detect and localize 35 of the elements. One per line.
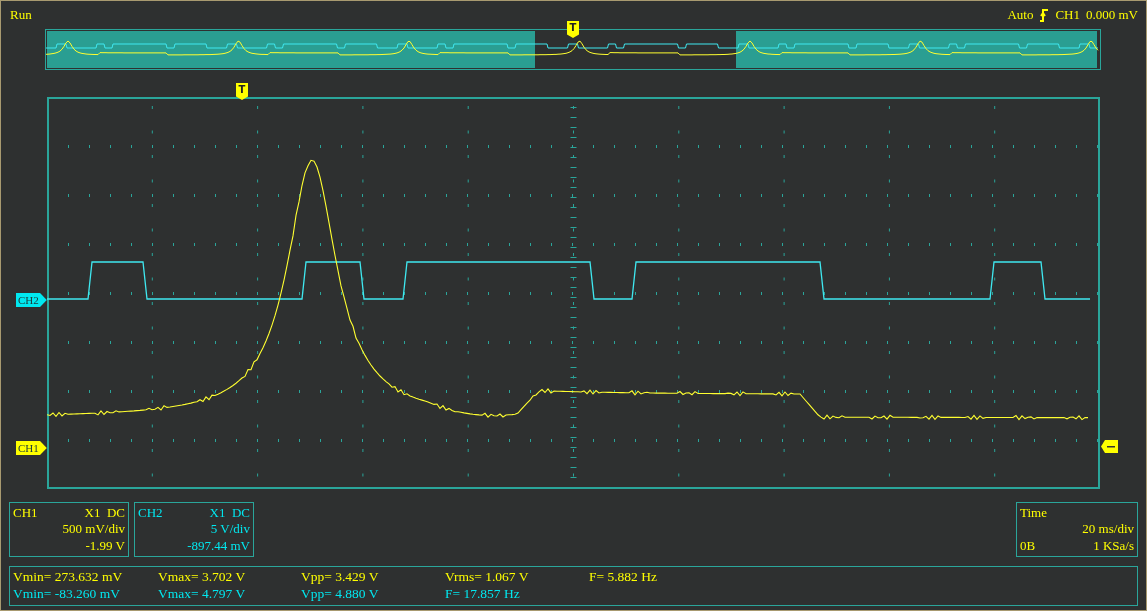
- channel-marker[interactable]: CH2: [16, 293, 47, 307]
- measurement-value: Vpp= 4.880 V: [301, 585, 380, 602]
- probe-coupling: X1 DC: [208, 505, 250, 522]
- channel-name: CH2: [138, 505, 164, 522]
- measurement-value: Vmax= 4.797 V: [158, 585, 247, 602]
- trigger-level: 0.000 mV: [1086, 7, 1138, 23]
- measurement-value: Vmin= 273.632 mV: [13, 568, 124, 585]
- vertical-offset: -1.99 V: [84, 537, 125, 554]
- time-scale: 20 ms/div: [1081, 521, 1134, 538]
- channel-info-panel[interactable]: CH2 X1 DC 5 V/div -897.44 mV: [134, 502, 254, 557]
- timebase-title: Time: [1020, 505, 1048, 522]
- channel-marker[interactable]: CH1: [16, 441, 47, 455]
- sample-rate: 1 KSa/s: [1092, 537, 1134, 554]
- timebase-panel[interactable]: Time 20 ms/div 0B 1 KSa/s: [1016, 502, 1138, 557]
- trigger-position-marker[interactable]: T: [236, 83, 248, 100]
- measurement-value: F= 5.882 Hz: [589, 568, 658, 585]
- vertical-scale: 500 mV/div: [61, 521, 125, 538]
- trigger-level-marker-icon[interactable]: [1101, 440, 1118, 453]
- channel-info-panel[interactable]: CH1 X1 DC 500 mV/div -1.99 V: [9, 502, 129, 557]
- trigger-source: CH1: [1055, 7, 1080, 23]
- probe-coupling: X1 DC: [83, 505, 125, 522]
- run-status: Run: [10, 7, 32, 23]
- memory-depth: 0B: [1020, 537, 1037, 554]
- rising-edge-icon: [1039, 8, 1050, 22]
- vertical-offset: -897.44 mV: [186, 537, 250, 554]
- trigger-position-marker[interactable]: T: [567, 21, 579, 38]
- measurement-value: Vrms= 1.067 V: [445, 568, 530, 585]
- trigger-mode: Auto: [1007, 7, 1034, 23]
- measurement-value: Vpp= 3.429 V: [301, 568, 380, 585]
- measurement-value: F= 17.857 Hz: [445, 585, 521, 602]
- vertical-scale: 5 V/div: [209, 521, 250, 538]
- measurement-value: Vmin= -83.260 mV: [13, 585, 121, 602]
- measurement-value: Vmax= 3.702 V: [158, 568, 247, 585]
- channel-name: CH1: [13, 505, 39, 522]
- waveform-overview[interactable]: [45, 29, 1101, 70]
